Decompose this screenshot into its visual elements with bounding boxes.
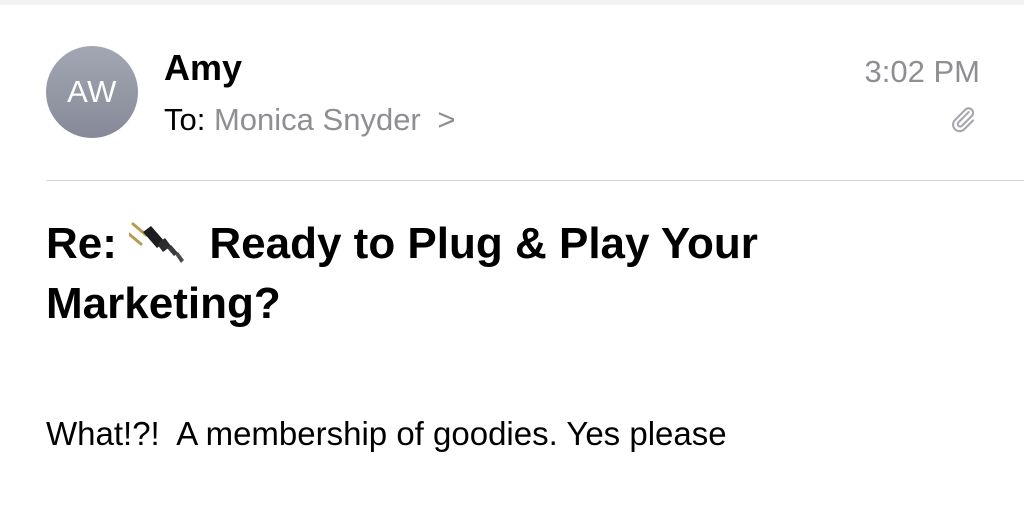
header-divider <box>46 180 1024 181</box>
message-subject: Re: Ready to Plug & Play Your Marketing? <box>46 214 986 334</box>
recipient-name[interactable]: Monica Snyder <box>214 102 421 137</box>
message-header: AW Amy To: Monica Snyder > 3:02 PM <box>46 46 980 138</box>
sender-avatar[interactable]: AW <box>46 46 138 138</box>
electric-plug-icon <box>129 222 185 263</box>
email-message-view: AW Amy To: Monica Snyder > 3:02 PM Re: R… <box>0 0 1024 507</box>
chevron-right-icon[interactable]: > <box>437 102 455 137</box>
message-body: What!?! A membership of goodies. Yes ple… <box>46 415 727 452</box>
avatar-initials: AW <box>67 74 117 109</box>
sender-name[interactable]: Amy <box>164 48 242 88</box>
subject-prefix: Re: <box>46 219 117 268</box>
top-bar-strip <box>0 0 1024 5</box>
recipient-row[interactable]: To: Monica Snyder > <box>164 102 456 138</box>
to-label: To: <box>164 102 206 137</box>
paperclip-icon <box>952 107 975 133</box>
message-time: 3:02 PM <box>864 54 980 89</box>
